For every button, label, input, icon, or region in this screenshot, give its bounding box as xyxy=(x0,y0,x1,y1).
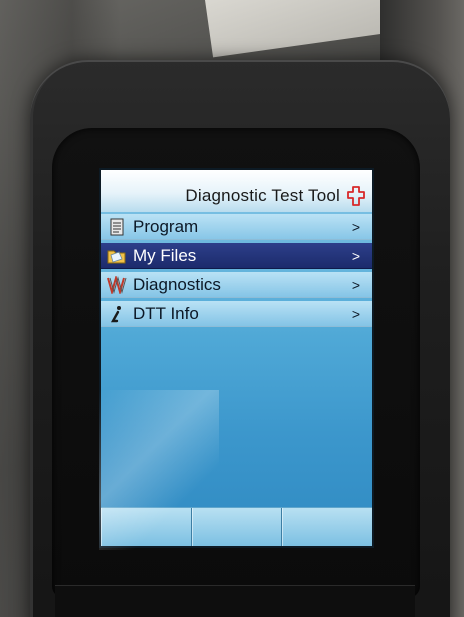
lcd-screen: Diagnostic Test Tool Program > My Files … xyxy=(99,168,374,548)
softkey-left[interactable] xyxy=(101,508,192,546)
app-title: Diagnostic Test Tool xyxy=(185,186,340,205)
softkey-bar xyxy=(101,507,372,546)
menu-item-dtt-info[interactable]: DTT Info > xyxy=(101,301,372,327)
document-icon xyxy=(107,217,127,237)
folder-icon xyxy=(107,246,127,266)
menu-item-label: Diagnostics xyxy=(133,274,221,294)
chevron-right-icon: > xyxy=(351,277,360,293)
chevron-right-icon: > xyxy=(351,306,360,322)
menu-item-program[interactable]: Program > xyxy=(101,214,372,240)
softkey-center[interactable] xyxy=(192,508,283,546)
menu-item-label: My Files xyxy=(133,245,197,265)
device-bottom-slot xyxy=(55,585,415,617)
background-paper xyxy=(205,0,387,58)
chevron-right-icon: > xyxy=(351,248,360,264)
softkey-right[interactable] xyxy=(282,508,372,546)
chevron-right-icon: > xyxy=(351,219,360,235)
menu-item-my-files[interactable]: My Files > xyxy=(101,243,372,269)
title-bar: Diagnostic Test Tool xyxy=(101,170,372,212)
menu-item-label: Program xyxy=(133,216,199,236)
menu-item-diagnostics[interactable]: Diagnostics > xyxy=(101,272,372,298)
info-icon xyxy=(107,304,127,324)
waveform-icon xyxy=(107,275,127,295)
red-cross-logo-icon xyxy=(346,186,366,206)
main-menu: Program > My Files > Diagnostics > DTT I… xyxy=(101,214,372,330)
menu-item-label: DTT Info xyxy=(133,303,199,323)
